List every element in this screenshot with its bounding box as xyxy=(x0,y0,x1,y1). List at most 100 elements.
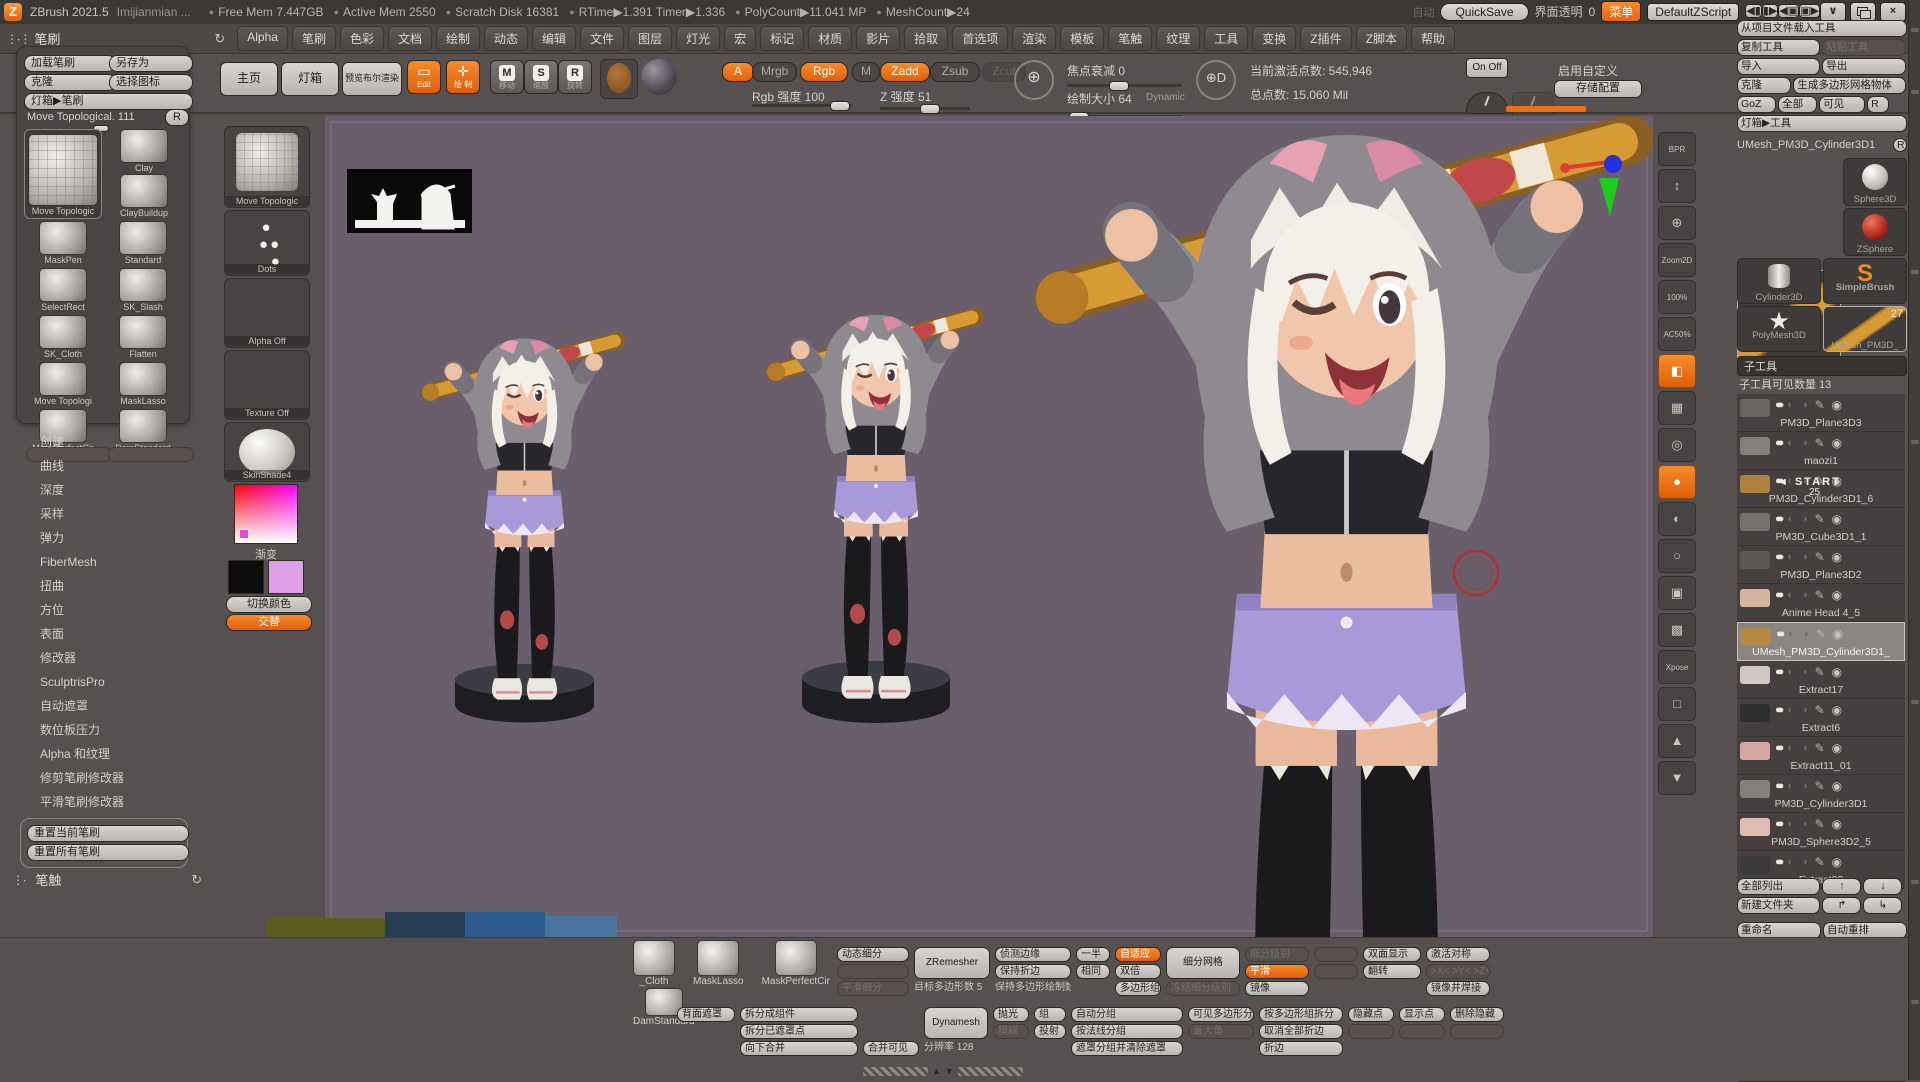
menu-tab[interactable]: 编辑 xyxy=(532,26,576,51)
menu-tab[interactable]: Alpha xyxy=(237,26,288,51)
tool-name[interactable]: UMesh_PM3D_Cylinder3D1 xyxy=(1737,139,1889,151)
sculpt-viewport[interactable] xyxy=(325,116,1653,937)
geo-button[interactable]: >X< >Y< >Z< xyxy=(1426,964,1490,979)
brush-section-item[interactable]: 修剪笔刷修改器 xyxy=(16,766,196,790)
load-brush-button[interactable]: 加载笔刷 xyxy=(24,55,116,72)
geo-button[interactable]: Dynamesh xyxy=(924,1007,988,1039)
alternate-button[interactable]: 交替 xyxy=(226,614,312,631)
edge-tick[interactable] xyxy=(1911,28,1919,32)
gauge-dial-icon[interactable] xyxy=(1466,92,1508,114)
geo-button[interactable]: 平滑 xyxy=(1245,964,1309,979)
edge-tick[interactable] xyxy=(1911,90,1919,94)
eye-icon[interactable]: ◉ xyxy=(1833,627,1843,641)
reset-all-brushes-button[interactable]: 重置所有笔刷 xyxy=(27,844,189,861)
brush-section-item[interactable]: 深度 xyxy=(16,478,196,502)
geo-button[interactable]: 显示点 xyxy=(1399,1007,1445,1022)
uv-icon[interactable]: ◐ xyxy=(1787,704,1794,716)
eye-icon[interactable]: ◉ xyxy=(1832,779,1842,793)
eye-icon[interactable]: ◉ xyxy=(1832,398,1842,412)
geo-button[interactable]: 删除隐藏 xyxy=(1450,1007,1504,1022)
select-icon-button[interactable]: 选择图标 xyxy=(109,74,193,91)
eye-icon[interactable]: ◉ xyxy=(1832,817,1842,831)
subtool-row[interactable]: ●●◐◑✎◉ ◄ START 25 PM3D_Cylinder3D1_6 xyxy=(1737,470,1905,508)
right-shelf-button[interactable]: ◎ xyxy=(1658,428,1696,462)
tool-button[interactable]: GoZ xyxy=(1737,96,1776,113)
subtool-row[interactable]: ●●◐◑✎◉ PM3D_Sphere3D2_5 xyxy=(1737,813,1905,851)
geo-button[interactable]: 折边 xyxy=(1259,1041,1343,1056)
geo-button[interactable]: 双倍 xyxy=(1115,964,1161,979)
edit-button[interactable]: ▭Edit xyxy=(407,60,441,94)
scroll-hatch-left[interactable] xyxy=(863,1067,928,1076)
geo-button[interactable]: 按多边形组拆分 xyxy=(1259,1007,1343,1022)
mode-zsub-button[interactable]: Zsub xyxy=(930,62,980,82)
edge-tick[interactable] xyxy=(1911,1000,1919,1004)
uv-icon[interactable]: ◐ xyxy=(1787,856,1794,868)
folder-up-button[interactable]: ↱ xyxy=(1822,897,1861,914)
menu-tab[interactable]: 色彩 xyxy=(340,26,384,51)
brush-section-item[interactable]: Alpha 和纹理 xyxy=(16,742,196,766)
brush-section-item[interactable]: 曲线 xyxy=(16,454,196,478)
menu-tab[interactable]: 纹理 xyxy=(1156,26,1200,51)
lightbox-brush-button[interactable]: 灯箱▶笔刷 xyxy=(24,93,193,110)
preview-boolean-button[interactable]: 预览布尔渲染 xyxy=(342,62,402,96)
geo-button[interactable] xyxy=(1348,1024,1394,1039)
geo-button[interactable]: 镜像并焊接 xyxy=(1426,981,1490,996)
polypaint-icon[interactable]: ●● xyxy=(1775,742,1780,754)
polypaint-icon[interactable]: ●● xyxy=(1775,780,1780,792)
stroke-refresh-icon[interactable]: ↻ xyxy=(191,872,202,888)
eye-icon[interactable]: ◉ xyxy=(1832,550,1842,564)
polypaint-icon[interactable]: ●● xyxy=(1775,551,1780,563)
menu-tab[interactable]: Z插件 xyxy=(1300,26,1351,51)
brush-section-item[interactable]: FiberMesh xyxy=(16,550,196,574)
restore-button[interactable] xyxy=(1850,2,1876,22)
reset-current-brush-button[interactable]: 重置当前笔刷 xyxy=(27,825,189,842)
right-shelf-button[interactable]: Zoom2D xyxy=(1658,243,1696,277)
right-shelf-button[interactable]: BPR xyxy=(1658,132,1696,166)
brush-icon[interactable]: ✎ xyxy=(1815,550,1825,564)
menu-tab[interactable]: 文件 xyxy=(580,26,624,51)
brush-icon[interactable]: ✎ xyxy=(1815,512,1825,526)
store-config-button[interactable]: 存储配置 xyxy=(1554,80,1642,98)
texture-swatch[interactable] xyxy=(600,59,638,99)
scale-button[interactable]: S缩放 xyxy=(524,60,558,94)
tool-button[interactable]: 从项目文件载入工具 xyxy=(1737,20,1907,37)
active-brush-cell[interactable]: Move Topologic xyxy=(224,126,310,208)
right-shelf-button[interactable]: ◐ xyxy=(1658,502,1696,536)
menu-button[interactable]: 菜单 xyxy=(1601,1,1641,22)
rgb-intensity-slider[interactable]: Rgb 强度 100 xyxy=(752,88,825,105)
uv-icon[interactable]: ◐ xyxy=(1787,818,1794,830)
material-swatch[interactable] xyxy=(641,59,681,97)
tray-nav-button[interactable]: ◀▣ xyxy=(1778,4,1799,18)
brush-section-item[interactable]: SculptrisPro xyxy=(16,670,196,694)
half-icon[interactable]: ◑ xyxy=(1801,513,1808,525)
half-icon[interactable]: ◑ xyxy=(1801,437,1808,449)
geo-button[interactable]: 侦测边缘 xyxy=(995,947,1071,962)
right-shelf-button[interactable]: 100% xyxy=(1658,280,1696,314)
brush-cell[interactable]: MaskPen xyxy=(24,221,102,266)
tool-button[interactable]: R xyxy=(1867,96,1889,113)
geo-button[interactable]: 取消全部折边 xyxy=(1259,1024,1343,1039)
half-icon[interactable]: ◑ xyxy=(1801,818,1808,830)
geo-button[interactable] xyxy=(1450,1024,1504,1039)
clone-brush-button[interactable]: 克隆 xyxy=(24,74,116,91)
tool-thumb[interactable]: Sphere3D xyxy=(1843,158,1907,206)
brush-icon[interactable]: ✎ xyxy=(1815,398,1825,412)
uv-icon[interactable]: ◐ xyxy=(1787,551,1794,563)
right-shelf-button[interactable]: ▲ xyxy=(1658,724,1696,758)
menu-tab[interactable]: 宏 xyxy=(724,26,756,51)
geo-button[interactable]: 动态细分 xyxy=(837,947,909,962)
edge-tick[interactable] xyxy=(1911,440,1919,444)
geo-button[interactable]: ZRemesher xyxy=(914,947,990,979)
subtool-row[interactable]: ●●◐◑✎◉ PM3D_Cylinder3D1 xyxy=(1737,775,1905,813)
lightbox-button[interactable]: 灯箱 xyxy=(281,62,339,96)
tray-nav-button[interactable]: ◀▮ xyxy=(1745,4,1762,18)
zscript-button[interactable]: DefaultZScript xyxy=(1647,3,1739,21)
polypaint-icon[interactable]: ●● xyxy=(1775,818,1780,830)
geo-button[interactable] xyxy=(1314,947,1358,962)
brush-icon[interactable]: ✎ xyxy=(1815,665,1825,679)
geo-button[interactable]: 细分网格 xyxy=(1166,947,1240,979)
uv-icon[interactable]: ◐ xyxy=(1787,437,1794,449)
tool-thumb[interactable]: ZSphere xyxy=(1843,208,1907,256)
menu-tab[interactable]: 拾取 xyxy=(904,26,948,51)
mode-rgb-button[interactable]: Rgb xyxy=(800,62,848,82)
